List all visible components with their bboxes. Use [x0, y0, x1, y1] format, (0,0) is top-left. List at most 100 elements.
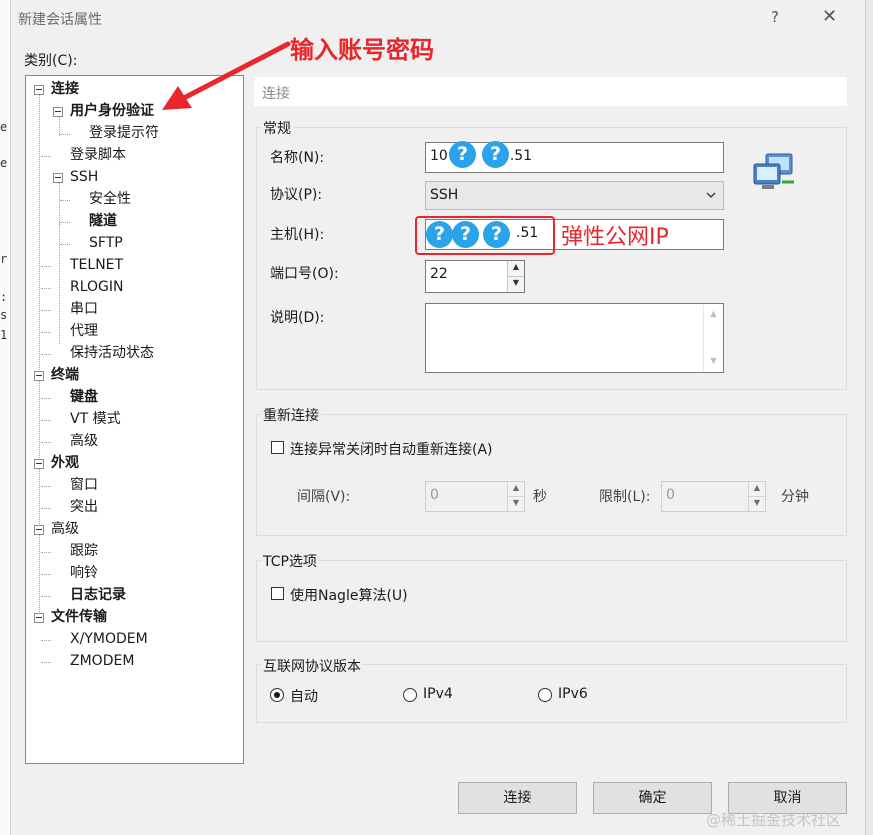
interval-value: 0 — [430, 487, 439, 503]
name-value-end: .51 — [509, 148, 533, 164]
annotation-account-password: 输入账号密码 — [290, 36, 434, 64]
tree-item-highlight[interactable]: 突出 — [70, 498, 98, 516]
tree-branch-line — [41, 266, 51, 267]
tree-item-ssh[interactable]: SSH — [70, 168, 98, 186]
tree-item-user-auth[interactable]: 用户身份验证 — [70, 102, 154, 120]
tree-item-advanced[interactable]: 高级 — [51, 520, 79, 538]
protocol-value: SSH — [430, 187, 459, 203]
tree-collapse-icon[interactable] — [34, 525, 44, 535]
tree-collapse-icon[interactable] — [34, 613, 44, 623]
radio-auto[interactable] — [270, 688, 284, 702]
tree-branch-line — [41, 662, 51, 663]
limit-unit: 分钟 — [781, 489, 809, 505]
tree-branch-line — [41, 596, 51, 597]
tree-collapse-icon[interactable] — [34, 459, 44, 469]
chevron-down-icon — [706, 192, 716, 198]
tree-branch-line — [41, 442, 51, 443]
connect-button[interactable]: 连接 — [458, 782, 577, 814]
terminal-char: 1 — [0, 328, 8, 342]
tree-item-login-script[interactable]: 登录脚本 — [70, 146, 126, 164]
tree-item-logging[interactable]: 日志记录 — [70, 586, 126, 604]
watermark: @稀土掘金技术社区 — [706, 811, 842, 829]
tree-item-terminal-advanced[interactable]: 高级 — [70, 432, 98, 450]
tree-branch-line — [41, 574, 51, 575]
tree-branch-line — [41, 332, 51, 333]
annotation-highlight-box — [415, 216, 555, 255]
tree-branch-line — [60, 244, 70, 245]
port-spinner[interactable]: ▲ ▼ — [507, 261, 524, 292]
panel-header-title: 连接 — [262, 86, 290, 102]
tree-item-file-transfer[interactable]: 文件传输 — [51, 608, 107, 626]
tree-item-appearance[interactable]: 外观 — [51, 454, 79, 472]
description-label: 说明(D): — [270, 310, 325, 326]
terminal-char: r — [0, 252, 8, 266]
close-icon[interactable]: ✕ — [822, 6, 837, 27]
terminal-char: e — [0, 120, 8, 134]
interval-unit: 秒 — [533, 489, 547, 505]
tree-item-serial[interactable]: 串口 — [70, 300, 98, 318]
nagle-label: 使用Nagle算法(U) — [290, 588, 408, 604]
interval-spinner[interactable]: ▲ ▼ — [507, 482, 524, 511]
radio-ipv6[interactable] — [538, 688, 552, 702]
terminal-char: s — [0, 308, 8, 322]
network-computer-icon — [753, 153, 794, 189]
tree-item-tunnel[interactable]: 隧道 — [89, 212, 117, 230]
tcp-group-title: TCP选项 — [261, 551, 319, 571]
name-label: 名称(N): — [270, 150, 325, 166]
tree-item-proxy[interactable]: 代理 — [70, 322, 98, 340]
ok-button[interactable]: 确定 — [593, 782, 712, 814]
tree-item-sftp[interactable]: SFTP — [89, 234, 123, 252]
reconnect-group-title: 重新连接 — [261, 405, 321, 425]
tree-item-keepalive[interactable]: 保持活动状态 — [70, 344, 154, 362]
tree-collapse-icon[interactable] — [53, 107, 63, 117]
nagle-checkbox[interactable] — [271, 587, 284, 600]
radio-auto-label: 自动 — [290, 689, 318, 705]
tree-item-trace[interactable]: 跟踪 — [70, 542, 98, 560]
tree-item-zmodem[interactable]: ZMODEM — [70, 652, 134, 670]
tree-guide-line — [59, 114, 60, 136]
tree-item-keyboard[interactable]: 键盘 — [70, 388, 98, 406]
terminal-char: e — [0, 156, 8, 170]
tree-item-security[interactable]: 安全性 — [89, 190, 131, 208]
tree-branch-line — [41, 354, 51, 355]
panel-header: 连接 — [254, 77, 847, 106]
tree-item-window[interactable]: 窗口 — [70, 476, 98, 494]
tree-branch-line — [60, 134, 70, 135]
question-mark-icon: ? — [482, 141, 509, 168]
port-label: 端口号(O): — [270, 266, 339, 282]
tree-item-bell[interactable]: 响铃 — [70, 564, 98, 582]
tree-collapse-icon[interactable] — [34, 85, 44, 95]
interval-label: 间隔(V): — [297, 489, 351, 505]
tree-item-xymodem[interactable]: X/YMODEM — [70, 630, 148, 648]
name-value-start: 10 — [430, 148, 448, 164]
tree-item-login-prompt[interactable]: 登录提示符 — [89, 124, 159, 142]
annotation-elastic-ip: 弹性公网IP — [561, 225, 669, 250]
category-tree[interactable]: 连接用户身份验证登录提示符登录脚本 SSH 安全性隧道 SFTP TELNET RLOGI… — [25, 75, 244, 764]
tree-item-telnet[interactable]: TELNET — [70, 256, 123, 274]
tree-guide-line — [59, 224, 60, 344]
tree-item-rlogin[interactable]: RLOGIN — [70, 278, 124, 296]
radio-ipv4-label: IPv4 — [423, 686, 453, 702]
description-scrollbar[interactable]: ▲ ▼ — [703, 305, 723, 371]
tree-branch-line — [41, 640, 51, 641]
protocol-select[interactable]: SSH — [425, 181, 724, 210]
tree-branch-line — [60, 200, 70, 201]
help-button[interactable]: ? — [771, 8, 779, 26]
tree-branch-line — [41, 398, 51, 399]
tree-collapse-icon[interactable] — [34, 371, 44, 381]
dialog-title: 新建会话属性 — [18, 12, 102, 28]
limit-spinner[interactable]: ▲ ▼ — [748, 482, 765, 511]
limit-label: 限制(L): — [599, 489, 651, 505]
protocol-label: 协议(P): — [270, 187, 323, 203]
host-label: 主机(H): — [270, 227, 325, 243]
radio-ipv4[interactable] — [403, 688, 417, 702]
tree-item-vt-mode[interactable]: VT 模式 — [70, 410, 121, 428]
tree-branch-line — [41, 310, 51, 311]
tree-item-terminal[interactable]: 终端 — [51, 366, 79, 384]
tree-item-connection[interactable]: 连接 — [51, 80, 79, 98]
tree-collapse-icon[interactable] — [53, 173, 63, 183]
radio-ipv6-label: IPv6 — [558, 686, 588, 702]
auto-reconnect-checkbox[interactable] — [271, 441, 284, 454]
description-field[interactable] — [425, 303, 724, 373]
tree-branch-line — [41, 288, 51, 289]
